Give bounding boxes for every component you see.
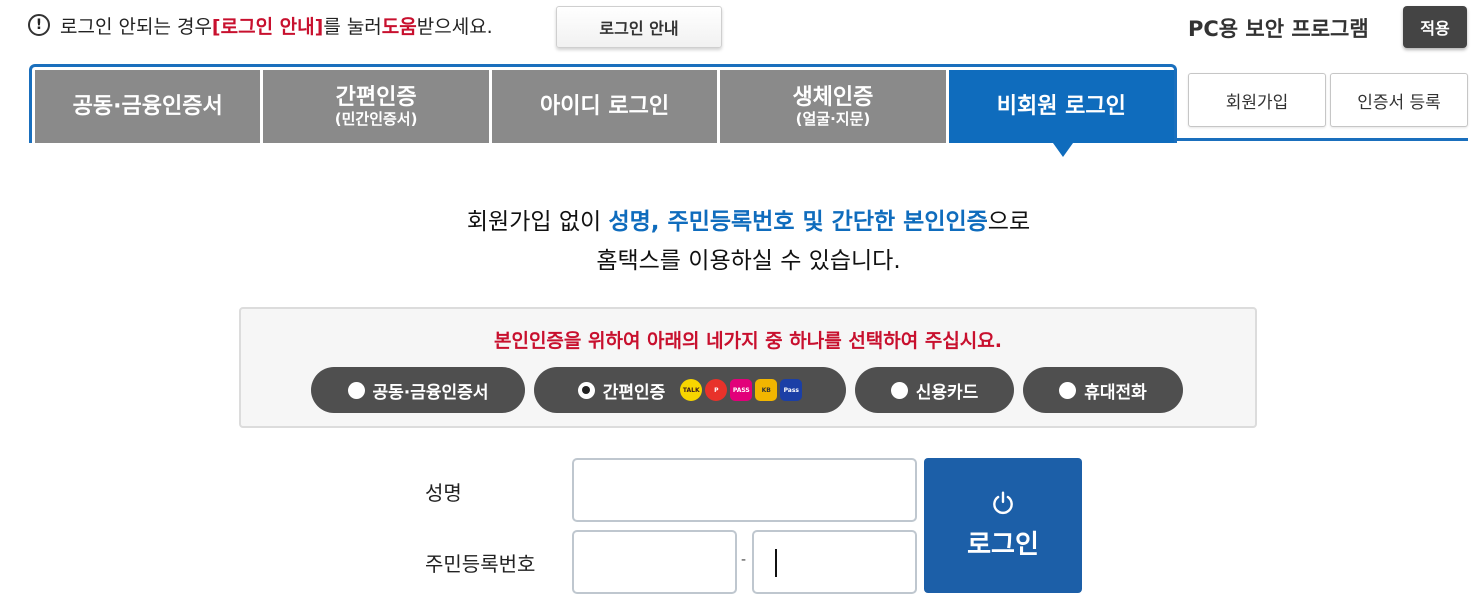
option-label: 공동·금융인증서 xyxy=(372,382,489,403)
intro-line-2: 홈택스를 이용하실 수 있습니다. xyxy=(596,248,901,274)
option-credit-card[interactable]: 신용카드 xyxy=(855,367,1014,413)
alert-icon: ! xyxy=(28,14,50,36)
notice-highlight-guide: [로그인 안내] xyxy=(211,15,324,38)
payco-icon: P xyxy=(705,379,728,401)
kb-icon: KB xyxy=(755,379,778,401)
tab-label: 아이디 로그인 xyxy=(539,93,670,119)
rrn-front-input[interactable] xyxy=(572,530,737,594)
option-mobile-phone[interactable]: 휴대전화 xyxy=(1023,367,1183,413)
tab-label: 비회원 로그인 xyxy=(996,93,1126,119)
intro-text-b: 으로 xyxy=(987,209,1031,235)
login-button[interactable]: 로그인 xyxy=(924,458,1082,593)
tab-label: 생체인증 xyxy=(792,85,874,111)
intro-text-a: 회원가입 없이 xyxy=(466,209,609,235)
security-program-label: PC용 보안 프로그램 xyxy=(1188,17,1369,41)
verification-instruction: 본인인증을 위하여 아래의 네가지 중 하나를 선택하여 주십시요. xyxy=(493,330,1002,352)
signup-button[interactable]: 회원가입 xyxy=(1188,73,1326,127)
kakao-icon: TALK xyxy=(680,379,703,401)
tab-label: 공동·금융인증서 xyxy=(72,93,223,119)
tab-simple-auth[interactable]: 간편인증 (민간인증서) xyxy=(263,70,489,143)
verification-method-box: 본인인증을 위하여 아래의 네가지 중 하나를 선택하여 주십시요. 공동·금융… xyxy=(239,307,1257,428)
notice-highlight-help: 도움 xyxy=(381,15,417,38)
tab-biometric[interactable]: 생체인증 (얼굴·지문) xyxy=(720,70,946,143)
option-label: 휴대전화 xyxy=(1084,382,1147,403)
login-guide-button[interactable]: 로그인 안내 xyxy=(556,6,722,48)
login-help-notice: ! 로그인 안되는 경우 [로그인 안내] 를 눌러 도움 받으세요. xyxy=(28,8,493,42)
radio-icon xyxy=(1059,381,1077,399)
rrn-dash: - xyxy=(741,552,747,568)
cert-register-button[interactable]: 인증서 등록 xyxy=(1330,73,1468,127)
tab-underline xyxy=(1177,138,1468,141)
tab-label: 간편인증 xyxy=(335,85,417,111)
login-tabs: 공동·금융인증서 간편인증 (민간인증서) 아이디 로그인 생체인증 (얼굴·지… xyxy=(29,64,1177,157)
pass-icon: PASS xyxy=(730,379,753,401)
tab-id-login[interactable]: 아이디 로그인 xyxy=(491,70,718,143)
login-button-label: 로그인 xyxy=(967,530,1039,560)
radio-checked-icon xyxy=(577,381,595,399)
tab-guest-login[interactable]: 비회원 로그인 xyxy=(948,70,1175,157)
security-apply-button[interactable]: 적용 xyxy=(1403,6,1467,48)
rrn-label: 주민등록번호 xyxy=(425,552,536,576)
notice-text-3: 받으세요. xyxy=(416,15,493,38)
option-simple-auth[interactable]: 간편인증 TALK P PASS KB Pass xyxy=(534,367,846,413)
intro-line-1: 회원가입 없이 성명, 주민등록번호 및 간단한 본인인증으로 xyxy=(0,203,1483,242)
tab-joint-certificate[interactable]: 공동·금융인증서 xyxy=(35,70,261,143)
tab-sublabel: (민간인증서) xyxy=(334,109,418,128)
option-joint-certificate[interactable]: 공동·금융인증서 xyxy=(311,367,525,413)
radio-icon xyxy=(347,381,365,399)
name-input[interactable] xyxy=(572,458,917,522)
tab-sublabel: (얼굴·지문) xyxy=(795,109,871,128)
radio-icon xyxy=(890,381,908,399)
notice-text-1: 로그인 안되는 경우 xyxy=(60,15,212,38)
option-label: 간편인증 xyxy=(602,382,666,403)
intro-text: 회원가입 없이 성명, 주민등록번호 및 간단한 본인인증으로 홈택스를 이용하… xyxy=(0,203,1483,281)
option-label: 신용카드 xyxy=(915,382,979,403)
intro-highlight: 성명, 주민등록번호 및 간단한 본인인증 xyxy=(608,209,988,235)
text-cursor xyxy=(775,549,777,577)
power-icon xyxy=(993,491,1013,515)
notice-text-2: 를 눌러 xyxy=(323,15,382,38)
name-label: 성명 xyxy=(425,481,462,505)
samsung-pass-icon: Pass xyxy=(780,379,803,401)
